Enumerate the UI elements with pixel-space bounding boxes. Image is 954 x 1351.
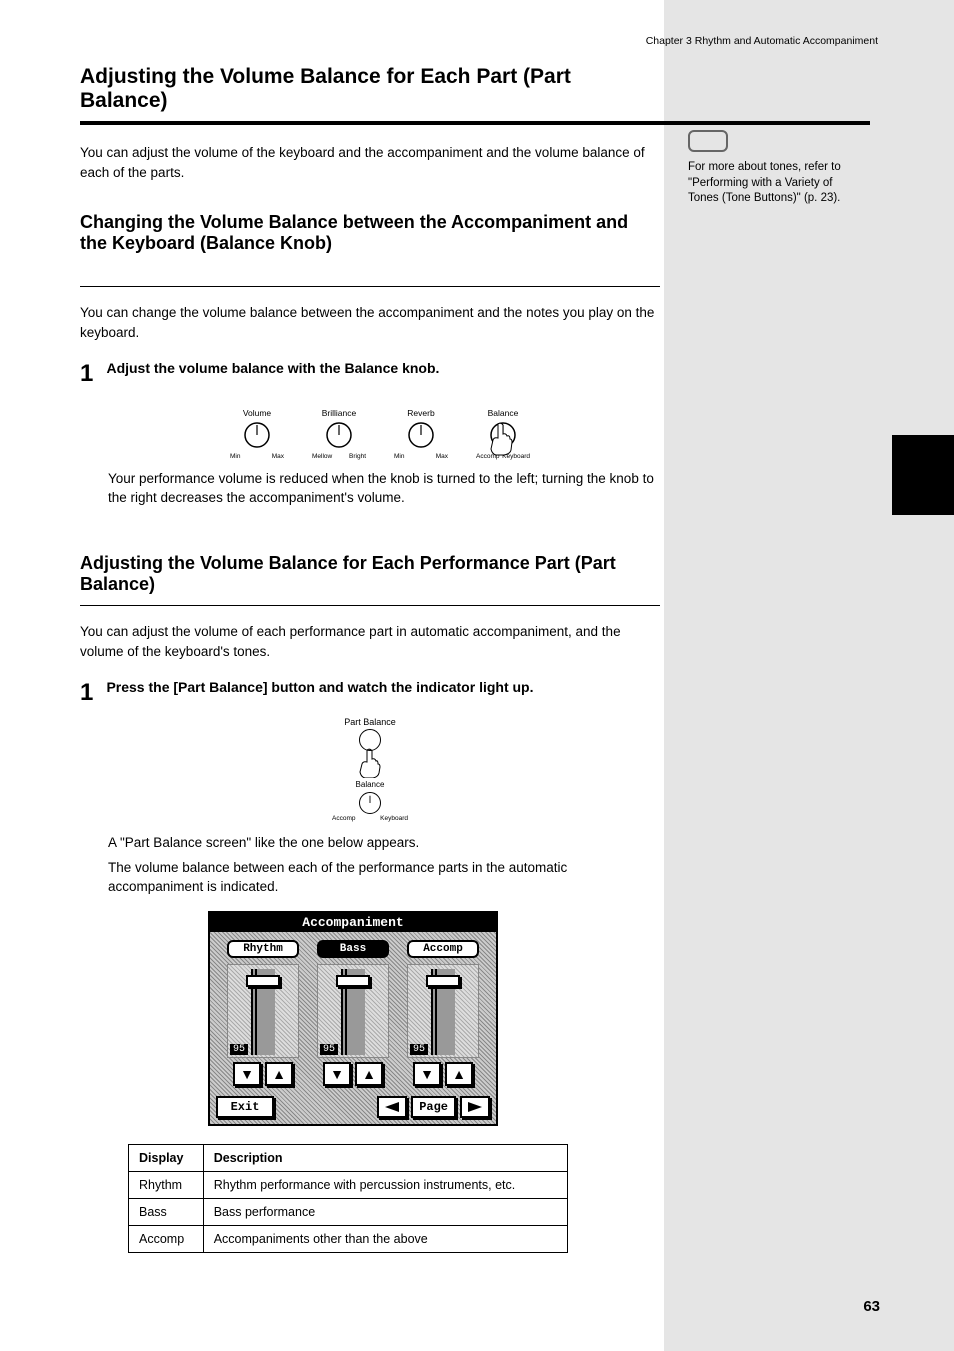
section-title: Adjusting the Volume Balance for Each Pa…: [80, 65, 660, 113]
table-row: Accomp Accompaniments other than the abo…: [129, 1225, 568, 1252]
figure-label: Balance: [330, 780, 410, 789]
table-header: Description: [203, 1144, 567, 1171]
knob-icon: [406, 420, 436, 450]
screen-title: Accompaniment: [210, 913, 496, 932]
pointing-hand-icon: [488, 422, 514, 456]
body-text: You can change the volume balance betwee…: [80, 303, 660, 342]
part-balance-button-figure: Part Balance Balance AccompKeyboard: [330, 717, 410, 822]
figure-label: Part Balance: [330, 717, 410, 727]
chapter-tab-marker: [892, 435, 954, 515]
up-arrow-button: ▲: [265, 1062, 293, 1086]
body-text: A "Part Balance screen" like the one bel…: [108, 834, 660, 853]
page-number: 63: [863, 1298, 880, 1315]
divider: [80, 121, 870, 125]
step-row: 1 Adjust the volume balance with the Bal…: [80, 360, 660, 388]
body-text: The volume balance between each of the p…: [108, 859, 660, 897]
down-arrow-button: ▼: [413, 1062, 441, 1086]
step-number: 1: [80, 360, 102, 388]
exit-button: Exit: [216, 1096, 274, 1118]
oval-button-icon: [359, 729, 381, 751]
step-instruction: Adjust the volume balance with the Balan…: [106, 360, 636, 376]
body-text: Your performance volume is reduced when …: [108, 470, 660, 508]
knob-panel-figure: Volume MinMax Brilliance MellowBright Re…: [230, 408, 660, 460]
step-number: 1: [80, 679, 102, 707]
subsection-title: Adjusting the Volume Balance for Each Pe…: [80, 553, 660, 595]
subsection-title: Changing the Volume Balance between the …: [80, 212, 660, 254]
table-header: Display: [129, 1144, 204, 1171]
lcd-screen-figure: Accompaniment Rhythm 95 ▼ ▲ Bass 95: [208, 911, 498, 1126]
knob-icon: [242, 420, 272, 450]
reverb-knob: Reverb MinMax: [394, 408, 448, 460]
bass-slider: Bass 95 ▼ ▲: [317, 940, 389, 1088]
down-arrow-button: ▼: [323, 1062, 351, 1086]
page-next-button: [460, 1096, 490, 1118]
table-row: Rhythm Rhythm performance with percussio…: [129, 1171, 568, 1198]
intro-text: You can adjust the volume of the keyboar…: [80, 143, 660, 182]
brilliance-knob: Brilliance MellowBright: [312, 408, 366, 460]
divider: [80, 605, 660, 606]
page-prev-button: [377, 1096, 407, 1118]
knob-icon: [324, 420, 354, 450]
knob-icon: [359, 792, 381, 814]
pointing-hand-icon: [358, 748, 382, 778]
memo-icon: [688, 130, 728, 152]
body-text: You can adjust the volume of each perfor…: [80, 622, 660, 661]
volume-knob: Volume MinMax: [230, 408, 284, 460]
rhythm-slider: Rhythm 95 ▼ ▲: [227, 940, 299, 1088]
step-instruction: Press the [Part Balance] button and watc…: [106, 679, 636, 695]
accomp-slider: Accomp 95 ▼ ▲: [407, 940, 479, 1088]
step-row: 1 Press the [Part Balance] button and wa…: [80, 679, 660, 707]
up-arrow-button: ▲: [355, 1062, 383, 1086]
up-arrow-button: ▲: [445, 1062, 473, 1086]
parts-description-table: Display Description Rhythm Rhythm perfor…: [128, 1144, 568, 1253]
divider: [80, 286, 660, 287]
page-indicator: Page: [411, 1096, 456, 1118]
balance-knob: Balance AccompKeyboard: [476, 408, 530, 460]
down-arrow-button: ▼: [233, 1062, 261, 1086]
running-head: Chapter 3 Rhythm and Automatic Accompani…: [646, 35, 878, 47]
table-row: Bass Bass performance: [129, 1198, 568, 1225]
margin-note: For more about tones, refer to "Performi…: [688, 160, 858, 207]
